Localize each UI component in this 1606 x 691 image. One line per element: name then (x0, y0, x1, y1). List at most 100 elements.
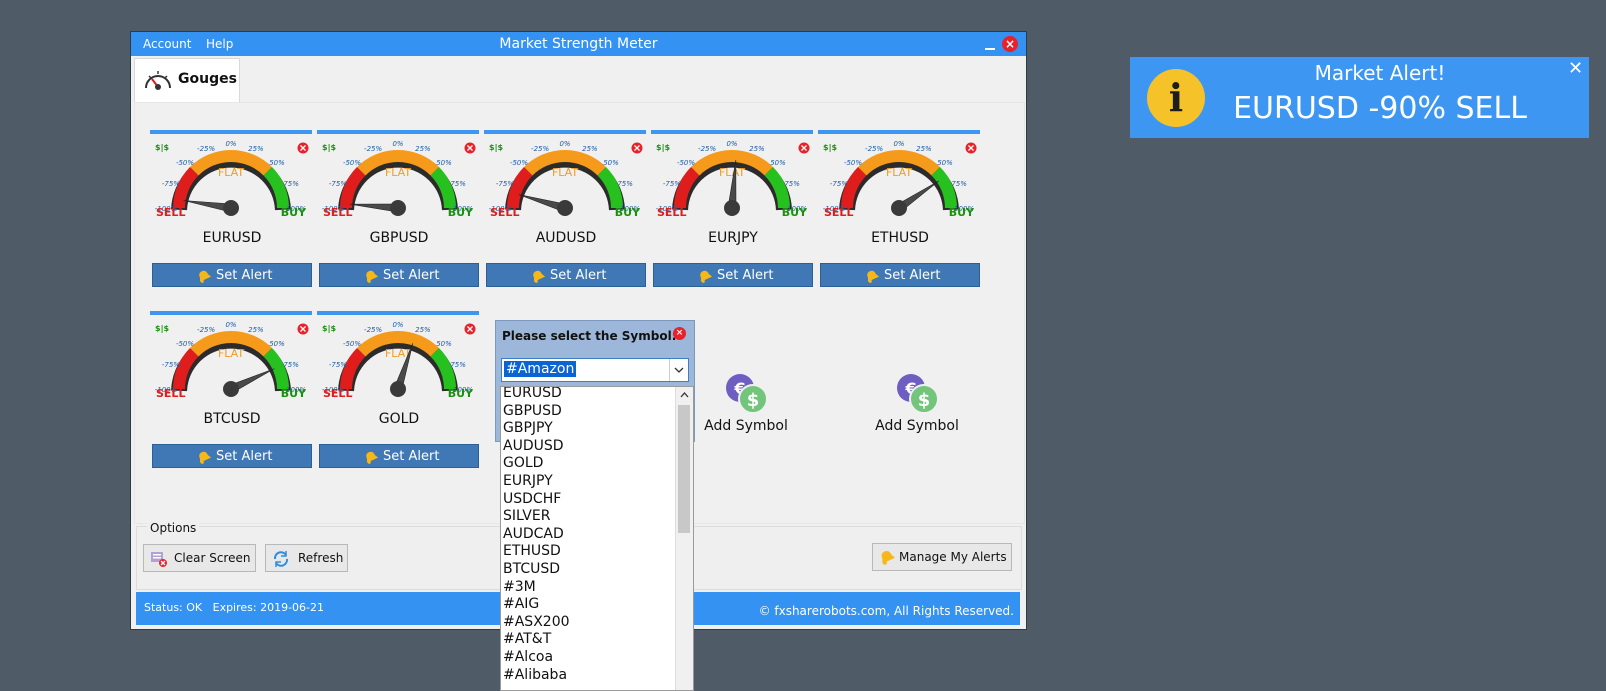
symbol-option[interactable]: #AT&T (503, 630, 551, 648)
symbol-option[interactable]: AUDUSD (503, 437, 564, 455)
tick-label: -25% (531, 145, 549, 153)
minimize-icon[interactable] (984, 39, 996, 51)
needle-hub (223, 381, 239, 397)
tick-label: 25% (415, 326, 431, 334)
manage-alerts-button[interactable]: Manage My Alerts (872, 543, 1012, 571)
strength-gauge: -100%-75%-50%-25%0%25%50%75%100%SELL BUYF… (150, 130, 312, 219)
chevron-down-icon[interactable] (669, 359, 688, 381)
svg-text:$: $ (747, 390, 760, 411)
symbol-option[interactable]: AUDCAD (503, 525, 564, 543)
needle-hub (390, 200, 406, 216)
symbol-option[interactable]: GOLD (503, 454, 543, 472)
chevron-up-icon[interactable] (676, 388, 693, 402)
symbol-option[interactable]: #3M (503, 578, 536, 596)
add-symbol-button[interactable]: € $ Add Symbol (857, 372, 977, 434)
flat-label: FLAT (218, 347, 244, 360)
symbol-option[interactable]: SILVER (503, 507, 550, 525)
add-symbol-button[interactable]: € $ Add Symbol (686, 372, 806, 434)
symbol-option[interactable]: #Alcoa (503, 648, 553, 666)
symbol-option[interactable]: BTCUSD (503, 560, 560, 578)
menu-account[interactable]: Account (143, 32, 191, 56)
tab-gouges[interactable]: Gouges (134, 58, 240, 103)
gauge-card: -100% -75% -50% -25% 0% 25% 50% 75% 100% SELL BUY F… (150, 311, 314, 471)
refresh-button[interactable]: Refresh (265, 544, 348, 572)
tick-label: 25% (749, 145, 765, 153)
set-alert-button[interactable]: Set Alert (486, 263, 646, 287)
flat-label: FLAT (218, 166, 244, 179)
set-alert-label: Set Alert (717, 268, 774, 283)
set-alert-label: Set Alert (550, 268, 607, 283)
options-title: Options (147, 521, 200, 535)
manage-alerts-label: Manage My Alerts (899, 550, 1007, 564)
tick-label: -75% (329, 361, 347, 369)
bell-icon (881, 550, 895, 565)
symbol-option[interactable]: ETHUSD (503, 542, 561, 560)
tick-label: 75% (951, 180, 967, 188)
symbol-option[interactable]: USDCHF (503, 490, 561, 508)
status-text: Status: OK Expires: 2019-06-21 (144, 601, 325, 614)
menu-help[interactable]: Help (206, 32, 233, 56)
tick-label: 50% (269, 340, 285, 348)
tick-label: -25% (197, 326, 215, 334)
tick-label: -75% (830, 180, 848, 188)
tick-label: 75% (450, 361, 466, 369)
tick-label: -75% (663, 180, 681, 188)
clear-screen-button[interactable]: Clear Screen (143, 544, 256, 572)
dollar-tag: $|$ (322, 324, 336, 333)
symbol-option[interactable]: #ASX200 (503, 613, 570, 631)
add-symbol-label: Add Symbol (875, 418, 959, 434)
dollar-tag: $|$ (823, 143, 837, 152)
symbol-option[interactable]: GBPUSD (503, 402, 562, 420)
symbol-select[interactable]: #Amazon (501, 358, 689, 382)
gauge-symbol: EURJPY (708, 230, 758, 246)
tick-label: 25% (582, 145, 598, 153)
currency-exchange-icon: € $ (897, 374, 939, 414)
set-alert-button[interactable]: Set Alert (152, 263, 312, 287)
tick-label: -50% (510, 159, 528, 167)
currency-exchange-icon: € $ (726, 374, 768, 414)
tick-label: -25% (197, 145, 215, 153)
tick-label: 0% (893, 140, 904, 148)
symbol-option[interactable]: #AIG (503, 595, 539, 613)
symbol-option[interactable]: EURUSD (503, 387, 562, 402)
tick-label: 75% (617, 180, 633, 188)
bell-icon (867, 270, 879, 283)
needle-hub (390, 381, 406, 397)
tick-label: 75% (450, 180, 466, 188)
scrollbar-thumb[interactable] (678, 405, 690, 533)
close-icon[interactable]: ✕ (1568, 58, 1583, 79)
tick-label: -50% (343, 340, 361, 348)
tick-label: -75% (162, 180, 180, 188)
set-alert-button[interactable]: Set Alert (653, 263, 813, 287)
tick-label: 0% (392, 140, 403, 148)
needle-hub (223, 200, 239, 216)
gauge-symbol: GBPUSD (369, 230, 429, 246)
set-alert-button[interactable]: Set Alert (319, 263, 479, 287)
symbol-option[interactable]: EURJPY (503, 472, 553, 490)
set-alert-button[interactable]: Set Alert (820, 263, 980, 287)
tick-label: 75% (283, 361, 299, 369)
buy-label: BUY (281, 387, 307, 400)
bell-icon (366, 270, 378, 283)
close-icon[interactable]: × (673, 327, 686, 340)
sell-label: SELL (156, 206, 185, 219)
dollar-tag: $|$ (155, 143, 169, 152)
needle-hub (557, 200, 573, 216)
tick-label: -75% (496, 180, 514, 188)
tick-label: -75% (162, 361, 180, 369)
close-icon[interactable]: × (1002, 36, 1018, 52)
tick-label: 50% (436, 340, 452, 348)
tick-label: 50% (436, 159, 452, 167)
sell-label: SELL (156, 387, 185, 400)
bell-icon (199, 270, 211, 283)
info-icon: i (1147, 69, 1205, 127)
market-alert-toast: i Market Alert! EURUSD -90% SELL ✕ (1130, 57, 1589, 138)
tick-label: -50% (176, 340, 194, 348)
set-alert-button[interactable]: Set Alert (152, 444, 312, 468)
symbol-option[interactable]: GBPJPY (503, 419, 553, 437)
symbol-option[interactable]: #Alibaba (503, 666, 567, 684)
set-alert-button[interactable]: Set Alert (319, 444, 479, 468)
toast-title: Market Alert! (1314, 61, 1446, 85)
scrollbar[interactable] (675, 387, 693, 690)
gauge-symbol: GOLD (378, 411, 420, 427)
